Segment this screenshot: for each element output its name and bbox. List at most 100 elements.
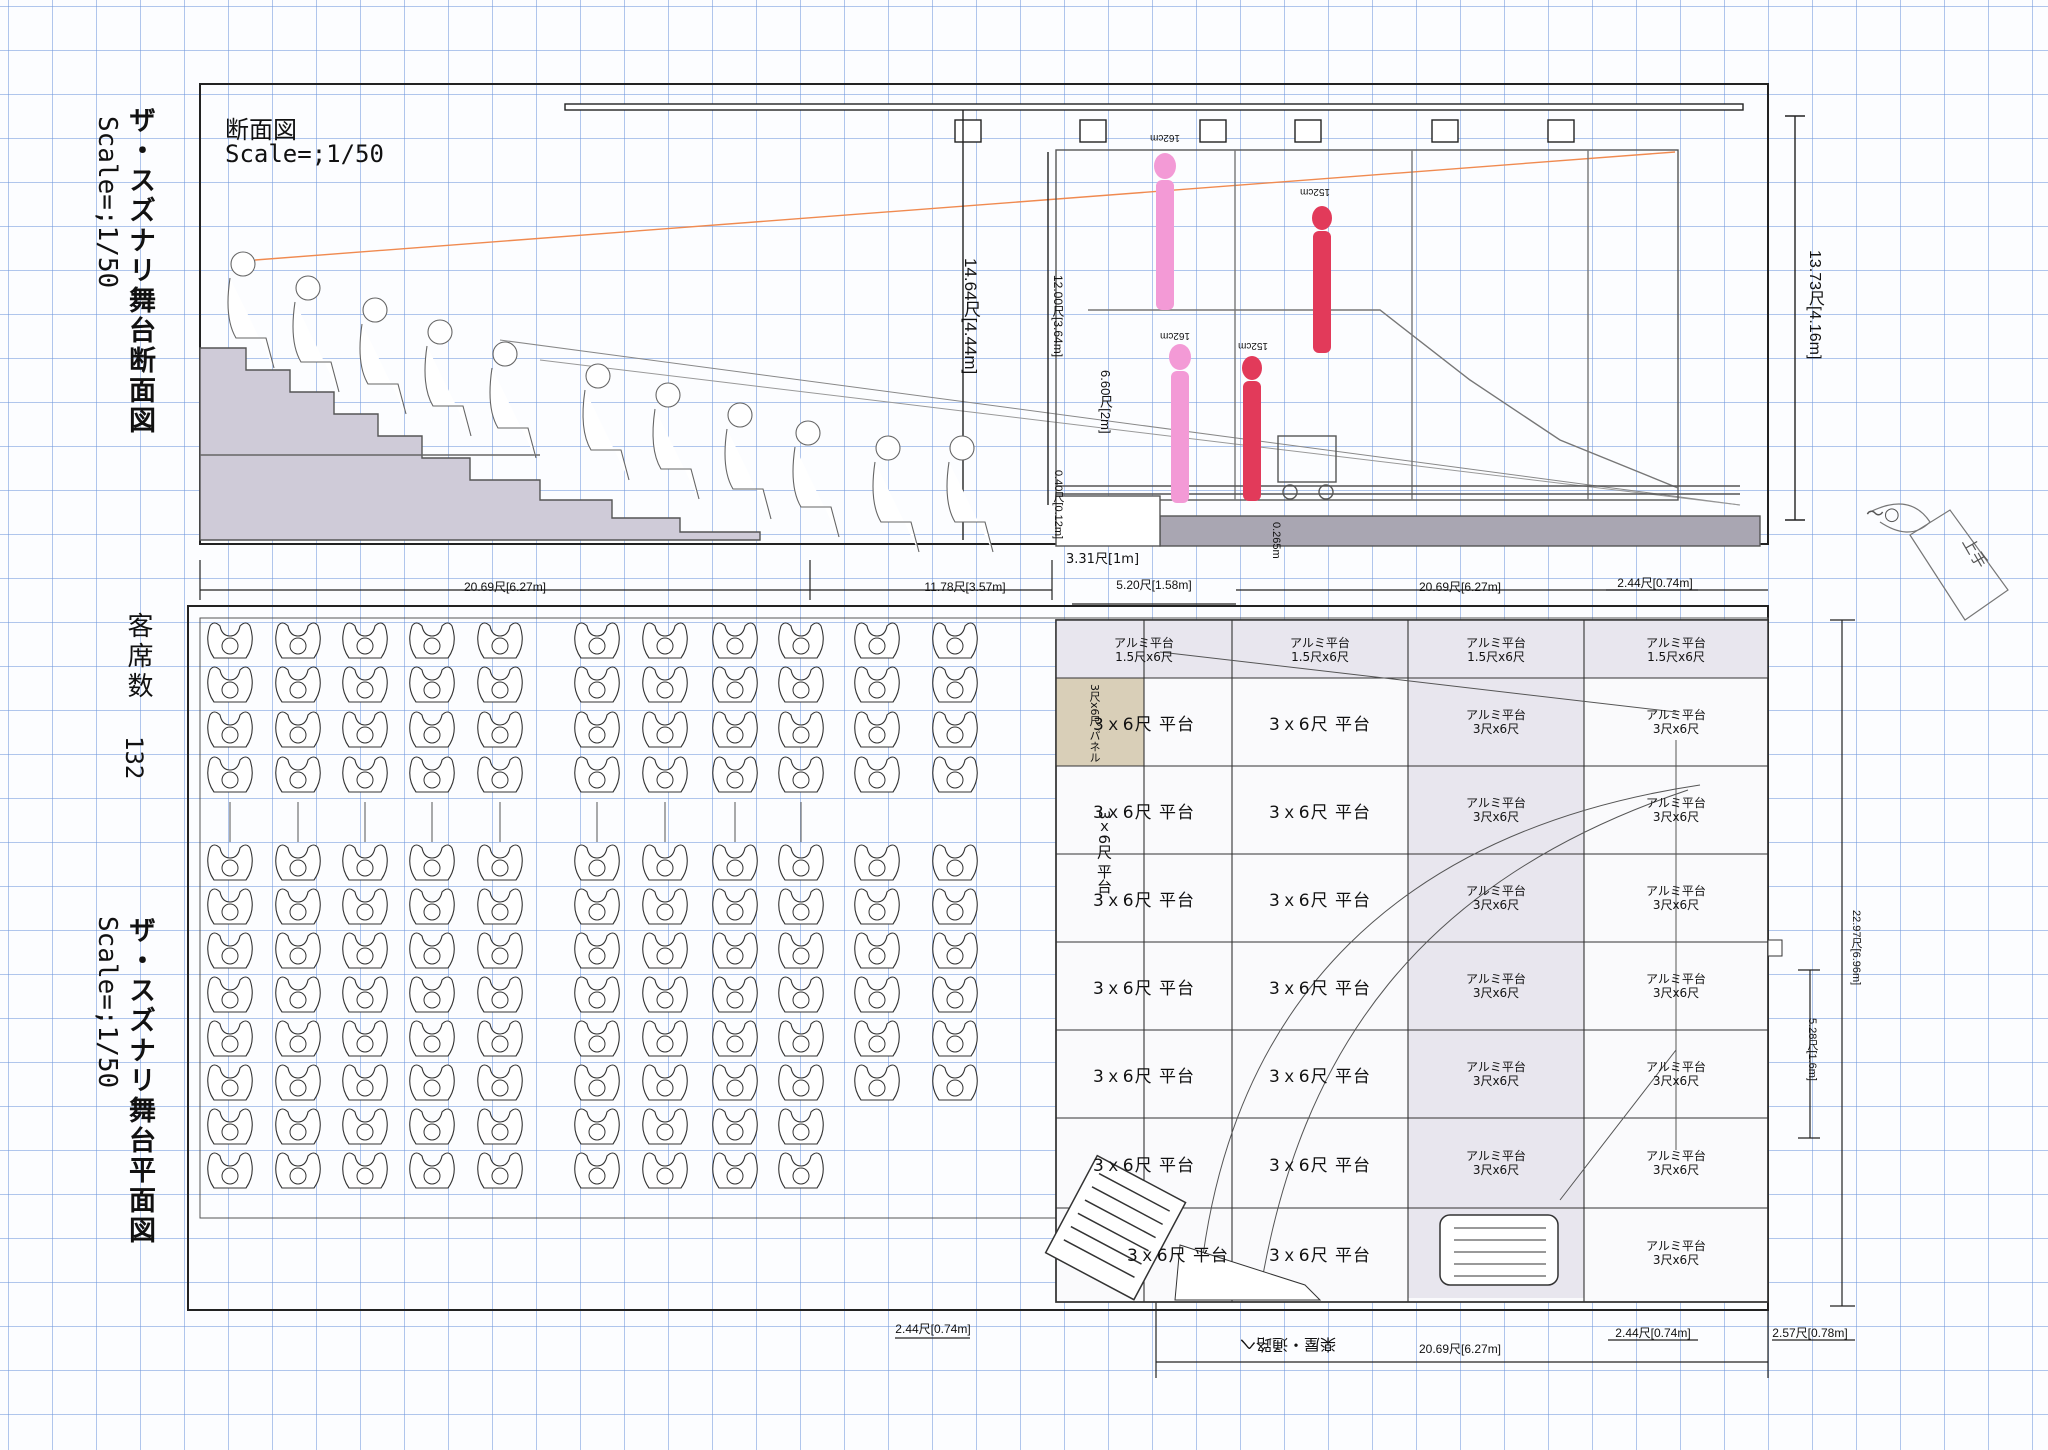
seat [778, 1064, 824, 1101]
seat [342, 622, 388, 659]
platform-c1-r1: 3ｘ6尺 平台 [1092, 714, 1196, 735]
seat [932, 666, 978, 703]
section-scale: Scale=;1/50 [92, 116, 122, 289]
seat [712, 1064, 758, 1101]
seat [207, 1108, 253, 1145]
platform-c2-r6: 3ｘ6尺 平台 [1268, 1155, 1372, 1176]
seat [342, 932, 388, 969]
seat [778, 976, 824, 1013]
dim-stage-upper-height: 12.00尺[3.64m] [1051, 275, 1065, 358]
corner-note: 3尺x6尺 パネル [1088, 684, 1101, 764]
seat [477, 756, 523, 793]
seat [409, 622, 455, 659]
figure-height-label-1: 162cm [1150, 132, 1181, 143]
seat [932, 1020, 978, 1057]
seat [574, 1020, 620, 1057]
seat [207, 1152, 253, 1189]
seat [854, 622, 900, 659]
dim-door-left: 2.44尺[0.74m] [895, 1322, 971, 1336]
seat [642, 932, 688, 969]
seat [932, 1064, 978, 1101]
dim-stage-width-bottom: 20.69尺[6.27m] [1418, 1342, 1502, 1356]
dim-platform-height: 6.60尺[2m] [1098, 370, 1113, 434]
seat [342, 666, 388, 703]
alu-c4-r3: アルミ平台 3尺x6尺 [1646, 884, 1706, 912]
seat [778, 1020, 824, 1057]
alu-c3-r4: アルミ平台 3尺x6尺 [1466, 972, 1526, 1000]
seat [275, 976, 321, 1013]
figure-height-label-2: 152cm [1300, 186, 1331, 197]
seat [342, 976, 388, 1013]
seat [642, 844, 688, 881]
seat [574, 756, 620, 793]
seat [642, 888, 688, 925]
seat [477, 976, 523, 1013]
seat [409, 1020, 455, 1057]
seat [778, 1152, 824, 1189]
seat [342, 1152, 388, 1189]
seat [712, 1152, 758, 1189]
seat [574, 932, 620, 969]
seat [574, 1064, 620, 1101]
seat [854, 932, 900, 969]
seat [275, 756, 321, 793]
alu-c3-r2: アルミ平台 3尺x6尺 [1466, 796, 1526, 824]
seat [342, 888, 388, 925]
seat [342, 844, 388, 881]
seat [642, 1064, 688, 1101]
seat [642, 1108, 688, 1145]
plan-title: ザ・スズナリ舞台平面図 [124, 916, 155, 1246]
platform-c2-r1: 3ｘ6尺 平台 [1268, 714, 1372, 735]
platform-top-3: アルミ平台 1.5尺x6尺 [1466, 636, 1526, 664]
seat [409, 888, 455, 925]
seat [642, 666, 688, 703]
seat [275, 622, 321, 659]
platform-c2-r4: 3ｘ6尺 平台 [1268, 978, 1372, 999]
alu-c3-r1: アルミ平台 3尺x6尺 [1466, 708, 1526, 736]
seat [477, 666, 523, 703]
seat [477, 1064, 523, 1101]
seat [778, 932, 824, 969]
seat [932, 976, 978, 1013]
seat [712, 666, 758, 703]
seat [207, 888, 253, 925]
seat [712, 932, 758, 969]
alu-c4-r1: アルミ平台 3尺x6尺 [1646, 708, 1706, 736]
seat [275, 888, 321, 925]
seat [342, 1064, 388, 1101]
seat [712, 1020, 758, 1057]
dim-stage-front: 5.20尺[1.58m] [1116, 578, 1192, 592]
seat [275, 1020, 321, 1057]
alu-c4-r7: アルミ平台 3尺x6尺 [1646, 1239, 1706, 1267]
platform-c2-r3: 3ｘ6尺 平台 [1268, 890, 1372, 911]
audience-seats [207, 622, 978, 1189]
seat [409, 666, 455, 703]
seat [342, 756, 388, 793]
seat [574, 622, 620, 659]
seat [207, 1020, 253, 1057]
seat [275, 844, 321, 881]
dim-stage-edge: 0.40尺[0.12m] [1052, 470, 1064, 540]
seat [642, 1020, 688, 1057]
alu-c4-r4: アルミ平台 3尺x6尺 [1646, 972, 1706, 1000]
alu-c3-r3: アルミ平台 3尺x6尺 [1466, 884, 1526, 912]
platform-c2-r2: 3ｘ6尺 平台 [1268, 802, 1372, 823]
dim-door-right: 2.44尺[0.74m] [1615, 1326, 1691, 1340]
seat [477, 932, 523, 969]
seat [778, 711, 824, 748]
seat [477, 1108, 523, 1145]
seat [409, 932, 455, 969]
platform-c1-r2: 3ｘ6尺 平台 [1092, 802, 1196, 823]
dim-side-door: 5.28尺[1.6m] [1806, 1018, 1818, 1081]
dim-front-rows-width: 11.78尺[3.57m] [924, 580, 1006, 594]
alu-c3-r6: アルミ平台 3尺x6尺 [1466, 1149, 1526, 1177]
alu-c4-r5: アルミ平台 3尺x6尺 [1646, 1060, 1706, 1088]
section-scale-label: Scale=;1/50 [225, 140, 384, 168]
seat [207, 711, 253, 748]
margin-note-1: 〜○ [1866, 504, 1900, 525]
seat [477, 1152, 523, 1189]
seat [207, 666, 253, 703]
seat [207, 932, 253, 969]
seat [409, 711, 455, 748]
section-title: ザ・スズナリ舞台断面図 [124, 106, 155, 436]
